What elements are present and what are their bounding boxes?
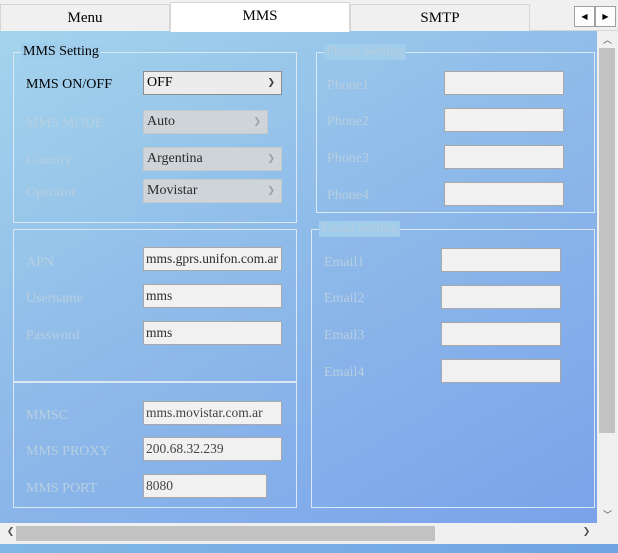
vertical-scrollbar[interactable]: ︿ ﹀ — [597, 31, 618, 523]
email3-label: Email3 — [324, 328, 365, 343]
scroll-down-icon[interactable]: ﹀ — [597, 508, 618, 521]
mms-port-label: MMS PORT — [26, 481, 98, 496]
horizontal-scroll-thumb[interactable] — [16, 526, 435, 541]
email2-input[interactable] — [441, 285, 561, 309]
chevron-down-icon: ❯ — [267, 154, 275, 164]
tab-scroll-arrows: ◀ ▶ — [574, 6, 616, 27]
scroll-up-icon[interactable]: ︿ — [597, 33, 618, 46]
horizontal-scrollbar[interactable]: ❮ ❯ — [0, 523, 597, 544]
mms-port-input[interactable]: 8080 — [143, 474, 267, 498]
phone3-label: Phone3 — [327, 151, 369, 166]
email3-input[interactable] — [441, 322, 561, 346]
phone2-label: Phone2 — [327, 114, 369, 129]
chevron-down-icon: ❯ — [267, 186, 275, 196]
mms-proxy-label: MMS PROXY — [26, 444, 110, 459]
mms-onoff-select[interactable]: OFF ❯ — [143, 71, 282, 95]
phone3-input[interactable] — [444, 145, 564, 169]
tab-scroll-left-icon[interactable]: ◀ — [574, 6, 595, 27]
apn-input[interactable]: mms.gprs.unifon.com.ar — [143, 247, 282, 271]
vertical-scroll-thumb[interactable] — [599, 48, 615, 433]
mms-mode-select[interactable]: Auto ❯ — [143, 110, 268, 134]
tab-scroll-right-icon[interactable]: ▶ — [595, 6, 616, 27]
mms-mode-label: MMS MODE — [26, 116, 104, 131]
mms-setting-legend: MMS Setting — [21, 44, 101, 60]
tab-smtp[interactable]: SMTP — [350, 4, 530, 31]
country-select[interactable]: Argentina ❯ — [143, 147, 282, 171]
mms-onoff-label: MMS ON/OFF — [26, 77, 112, 92]
phone4-label: Phone4 — [327, 188, 369, 203]
apn-label: APN — [26, 255, 55, 270]
scrollbar-corner — [597, 523, 618, 544]
password-label: Password — [26, 328, 80, 343]
phone-setting-legend: Phone Setting — [324, 44, 407, 60]
chevron-down-icon: ❯ — [267, 78, 275, 88]
email1-input[interactable] — [441, 248, 561, 272]
username-input[interactable]: mms — [143, 284, 282, 308]
email-setting-legend: Email Setting — [319, 221, 400, 237]
tab-menu[interactable]: Menu — [0, 4, 170, 31]
mmsc-input[interactable]: mms.movistar.com.ar — [143, 401, 282, 425]
phone1-input[interactable] — [444, 71, 564, 95]
email4-label: Email4 — [324, 365, 365, 380]
email4-input[interactable] — [441, 359, 561, 383]
email2-label: Email2 — [324, 291, 365, 306]
chevron-down-icon: ❯ — [253, 117, 261, 127]
username-label: Username — [26, 291, 83, 306]
country-label: Country — [26, 153, 72, 168]
window-bottom-edge — [0, 544, 618, 553]
mms-proxy-input[interactable]: 200.68.32.239 — [143, 437, 282, 461]
password-input[interactable]: mms — [143, 321, 282, 345]
mms-panel: MMS Setting MMS ON/OFF OFF ❯ MMS MODE Aut… — [0, 31, 597, 523]
phone2-input[interactable] — [444, 108, 564, 132]
operator-label: Operator — [26, 185, 76, 200]
scroll-right-icon[interactable]: ❯ — [576, 527, 597, 537]
phone1-label: Phone1 — [327, 78, 369, 93]
phone4-input[interactable] — [444, 182, 564, 206]
tab-mms[interactable]: MMS — [170, 2, 350, 32]
operator-select[interactable]: Movistar ❯ — [143, 179, 282, 203]
mmsc-label: MMSC — [26, 408, 69, 423]
email1-label: Email1 — [324, 255, 365, 270]
tab-bar: Menu MMS SMTP ◀ ▶ — [0, 0, 618, 32]
